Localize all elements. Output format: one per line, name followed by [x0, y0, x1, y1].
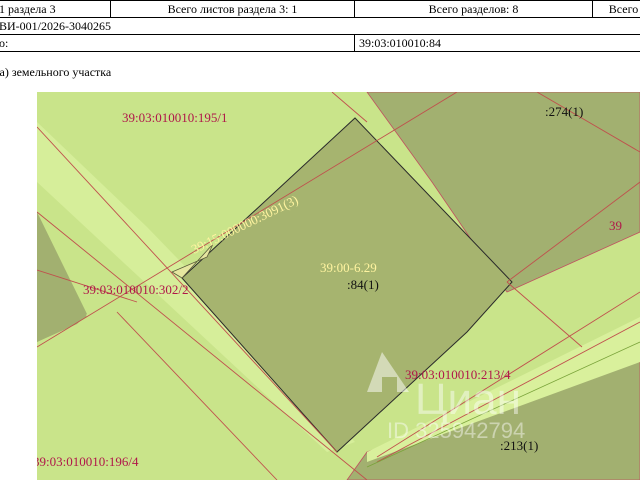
label-zone: 39:00-6.29 — [320, 260, 377, 275]
watermark-brand: Циан — [415, 375, 521, 424]
cadastral-label: о: — [0, 34, 355, 52]
label-parcel-195: 39:03:010010:195/1 — [122, 110, 227, 125]
parcel-map: Циан ID 325942794 39:03:010010:195/1 :27… — [37, 92, 640, 480]
section-caption: ма) земельного участка — [0, 65, 112, 79]
label-parcel-302: 39:03:010010:302/2 — [83, 282, 188, 297]
record-number: ВИ-001/2026-3040265 — [0, 17, 640, 35]
label-parcel-84: :84(1) — [347, 277, 379, 292]
total-sheets: Всего листов раздела 3: 1 — [110, 0, 355, 18]
label-parcel-213: :213(1) — [500, 438, 538, 453]
document-page: { "header": { "sheet_of_section": "1 раз… — [0, 0, 640, 480]
label-parcel-213-4: 39:03:010010:213/4 — [405, 367, 511, 382]
label-parcel-274: :274(1) — [545, 104, 583, 119]
header-table: 1 раздела 3 Всего листов раздела 3: 1 Вс… — [0, 0, 640, 52]
total-sections: Всего разделов: 8 — [354, 0, 593, 18]
label-parcel-39-right: 39 — [609, 218, 622, 233]
total-cut: Всего — [592, 0, 640, 18]
cadastral-value: 39:03:010010:84 — [354, 34, 640, 52]
label-parcel-196: 39:03:010010:196/4 — [37, 454, 139, 469]
sheet-of-section: 1 раздела 3 — [0, 0, 111, 18]
